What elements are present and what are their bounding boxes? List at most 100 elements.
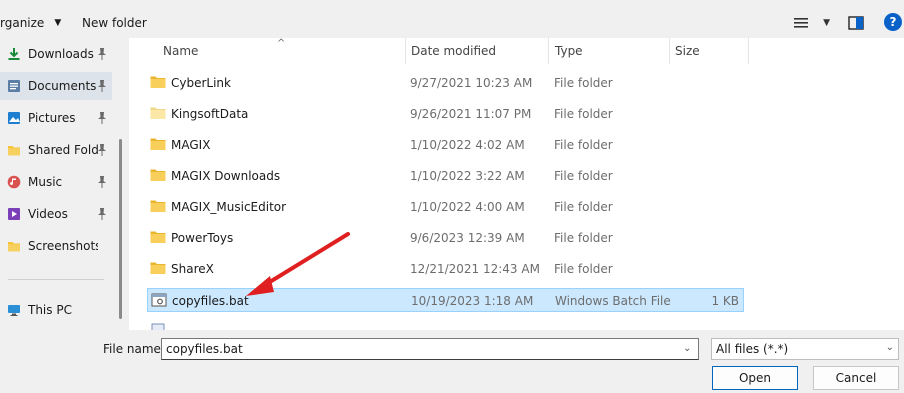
preview-pane-icon[interactable] bbox=[848, 15, 864, 31]
file-row[interactable]: ShareX 12/21/2021 12:43 AM File folder bbox=[147, 257, 744, 281]
organize-button[interactable]: rganize ▼ bbox=[0, 14, 61, 32]
pin-icon[interactable] bbox=[97, 80, 107, 92]
chevron-down-icon[interactable]: ⌄ bbox=[683, 343, 691, 354]
pictures-icon bbox=[8, 112, 20, 124]
column-divider[interactable] bbox=[669, 38, 670, 64]
folder-icon bbox=[8, 146, 20, 156]
file-name: MAGIX bbox=[171, 138, 211, 152]
chevron-down-icon: ⌄ bbox=[885, 342, 894, 353]
pin-icon[interactable] bbox=[97, 176, 107, 188]
sidebar-item-downloads[interactable]: Downloads bbox=[0, 40, 112, 68]
sidebar-item-shared-folder[interactable]: Shared Folde bbox=[0, 136, 112, 164]
folder-icon bbox=[150, 138, 166, 150]
file-name: MAGIX Downloads bbox=[171, 169, 281, 183]
sidebar-item-this-pc[interactable]: This PC bbox=[0, 296, 112, 324]
pin-icon[interactable] bbox=[97, 144, 107, 156]
column-size[interactable]: Size bbox=[675, 44, 700, 58]
file-name: MAGIX_MusicEditor bbox=[171, 200, 287, 214]
pin-icon[interactable] bbox=[97, 208, 107, 220]
file-type: File folder bbox=[554, 200, 613, 214]
pin-icon[interactable] bbox=[97, 112, 107, 124]
videos-icon bbox=[8, 208, 20, 220]
sort-ascending-icon: ^ bbox=[277, 38, 286, 49]
navigation-pane: Downloads Documents Pictures Shared Fold… bbox=[0, 38, 126, 330]
sidebar-item-label: Music bbox=[28, 175, 63, 189]
pin-icon[interactable] bbox=[97, 48, 107, 60]
file-row-selected[interactable]: copyfiles.bat 10/19/2023 1:18 AM Windows… bbox=[147, 288, 744, 312]
folder-icon bbox=[8, 242, 20, 252]
computer-icon bbox=[8, 305, 20, 316]
chevron-down-icon: ▼ bbox=[54, 18, 62, 28]
folder-icon bbox=[150, 169, 166, 181]
sidebar-item-label: Screenshots bbox=[28, 239, 98, 253]
sidebar-item-label: Downloads bbox=[28, 47, 94, 61]
help-icon[interactable]: ? bbox=[884, 13, 902, 31]
column-name[interactable]: Name bbox=[163, 44, 198, 58]
sidebar-item-music[interactable]: Music bbox=[0, 168, 112, 196]
file-row-partial[interactable] bbox=[147, 319, 744, 330]
file-type: File folder bbox=[554, 262, 613, 276]
folder-icon bbox=[150, 262, 166, 274]
file-date: 12/21/2021 12:43 AM bbox=[410, 262, 540, 276]
file-type: File folder bbox=[554, 76, 613, 90]
download-icon bbox=[8, 48, 20, 60]
file-date: 9/6/2023 12:39 AM bbox=[410, 231, 525, 245]
column-header: ^ Name Date modified Type Size bbox=[129, 38, 904, 64]
file-name: KingsoftData bbox=[171, 107, 249, 121]
music-icon bbox=[7, 175, 21, 189]
file-name-input[interactable] bbox=[161, 338, 699, 360]
column-divider[interactable] bbox=[405, 38, 406, 64]
new-folder-button[interactable]: New folder bbox=[82, 14, 147, 32]
column-type[interactable]: Type bbox=[555, 44, 583, 58]
view-options-button[interactable]: ▼ bbox=[794, 14, 830, 32]
file-name-label: File name: bbox=[103, 342, 165, 356]
organize-label: rganize bbox=[0, 16, 45, 30]
column-divider[interactable] bbox=[548, 38, 549, 64]
file-row[interactable]: MAGIX Downloads 1/10/2022 3:22 AM File f… bbox=[147, 164, 744, 188]
file-type: Windows Batch File bbox=[555, 294, 671, 308]
file-row[interactable]: PowerToys 9/6/2023 12:39 AM File folder bbox=[147, 226, 744, 250]
file-list: ^ Name Date modified Type Size CyberLink… bbox=[129, 38, 904, 330]
file-type-filter-select[interactable]: All files (*.*) ⌄ bbox=[711, 338, 899, 360]
folder-icon bbox=[150, 200, 166, 212]
file-name: copyfiles.bat bbox=[172, 294, 249, 308]
folder-icon bbox=[150, 107, 166, 119]
cancel-button[interactable]: Cancel bbox=[813, 366, 899, 390]
file-open-dialog: rganize ▼ New folder ▼ ? Downloads Docum… bbox=[0, 0, 904, 393]
file-type: File folder bbox=[554, 138, 613, 152]
sidebar-item-pictures[interactable]: Pictures bbox=[0, 104, 112, 132]
documents-icon bbox=[8, 80, 20, 92]
chevron-down-icon: ▼ bbox=[823, 18, 830, 28]
file-name: PowerToys bbox=[171, 231, 234, 245]
folder-icon bbox=[150, 231, 166, 243]
file-row[interactable]: KingsoftData 9/26/2021 11:07 PM File fol… bbox=[147, 102, 744, 126]
sidebar-item-label: Documents bbox=[28, 79, 97, 93]
sidebar-item-videos[interactable]: Videos bbox=[0, 200, 112, 228]
sidebar-item-label: Shared Folde bbox=[28, 143, 98, 157]
sidebar-divider bbox=[8, 279, 104, 280]
sidebar-item-documents[interactable]: Documents bbox=[0, 72, 112, 100]
open-button[interactable]: Open bbox=[712, 366, 798, 390]
batch-file-icon bbox=[151, 293, 167, 307]
file-row[interactable]: MAGIX_MusicEditor 1/10/2022 4:00 AM File… bbox=[147, 195, 744, 219]
file-row[interactable]: CyberLink 9/27/2021 10:23 AM File folder bbox=[147, 71, 744, 95]
sidebar-scrollbar[interactable] bbox=[119, 139, 122, 319]
file-row[interactable]: MAGIX 1/10/2022 4:02 AM File folder bbox=[147, 133, 744, 157]
dialog-footer: File name: ⌄ All files (*.*) ⌄ Open Canc… bbox=[0, 330, 904, 393]
file-date: 9/26/2021 11:07 PM bbox=[410, 107, 532, 121]
sidebar-item-label: This PC bbox=[28, 303, 72, 317]
column-date-modified[interactable]: Date modified bbox=[411, 44, 496, 58]
folder-icon bbox=[150, 76, 166, 88]
file-date: 10/19/2023 1:18 AM bbox=[411, 294, 534, 308]
file-type: File folder bbox=[554, 107, 613, 121]
file-type-filter-value: All files (*.*) bbox=[716, 342, 789, 356]
file-date: 1/10/2022 3:22 AM bbox=[410, 169, 525, 183]
file-date: 1/10/2022 4:02 AM bbox=[410, 138, 525, 152]
column-divider[interactable] bbox=[748, 38, 749, 64]
list-view-icon bbox=[794, 18, 808, 28]
sidebar-item-screenshots[interactable]: Screenshots bbox=[0, 232, 112, 260]
file-name: ShareX bbox=[171, 262, 214, 276]
file-name: CyberLink bbox=[171, 76, 231, 90]
sidebar-item-label: Videos bbox=[28, 207, 68, 221]
file-type: File folder bbox=[554, 231, 613, 245]
